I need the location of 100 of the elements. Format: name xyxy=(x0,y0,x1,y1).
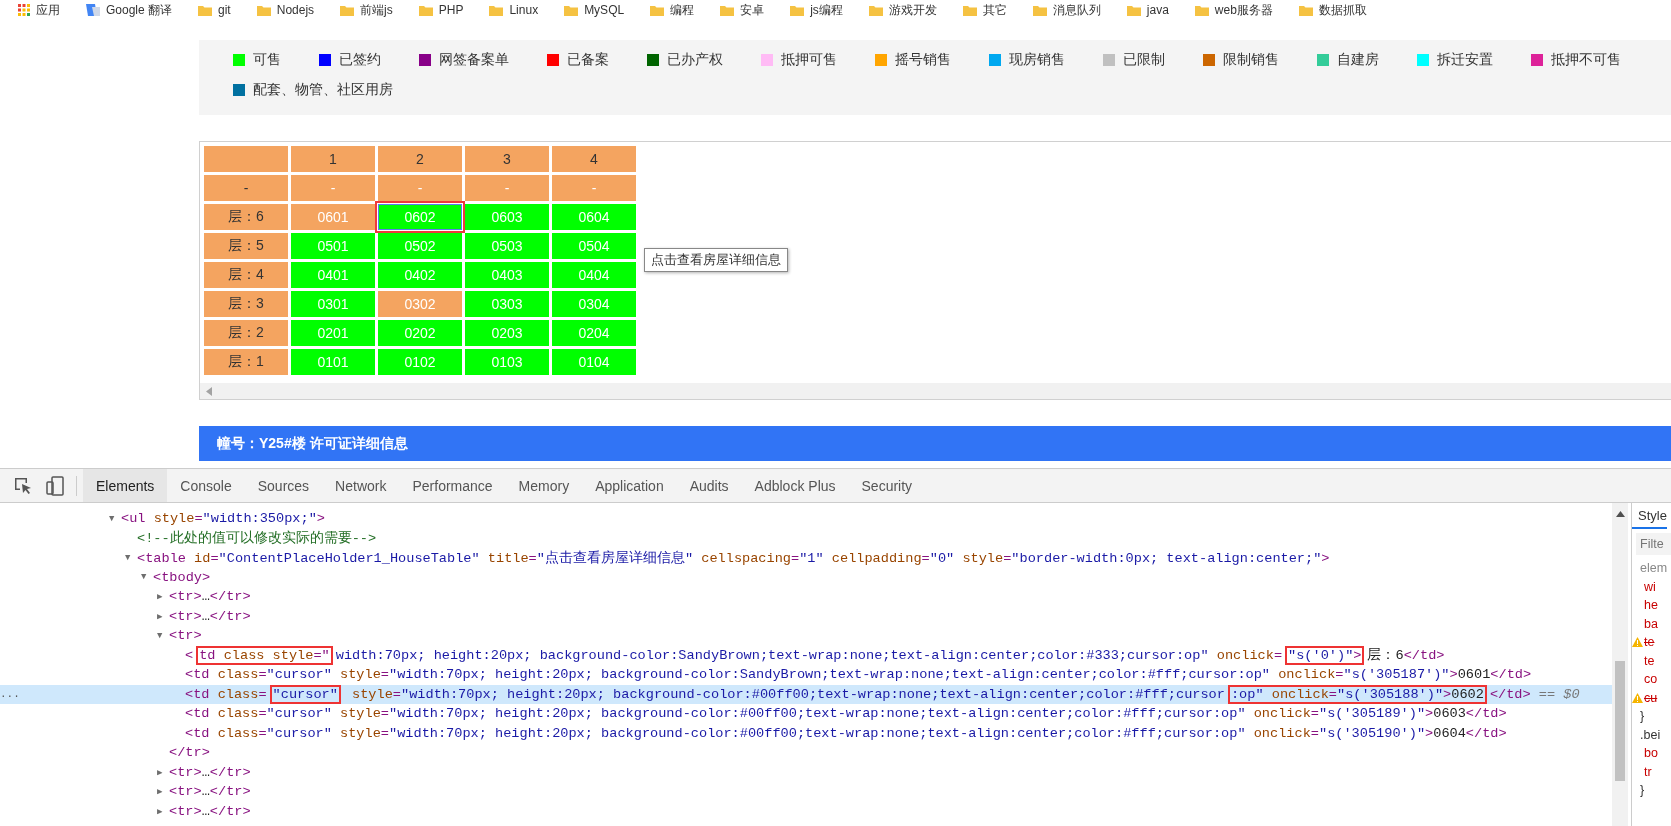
disclosure-triangle[interactable]: ▶ xyxy=(157,611,163,622)
disclosure-triangle[interactable]: ▼ xyxy=(157,630,163,641)
code-line[interactable]: <tr>…</tr> xyxy=(169,784,251,800)
devtools-tab[interactable]: Security xyxy=(848,469,926,502)
bookmark[interactable]: js编程 xyxy=(790,1,843,19)
banner-title: 幢号：Y25#楼 许可证详细信息 xyxy=(199,426,1671,461)
code-line[interactable]: <td class="cursor" style="width:70px; height:20px; background-color:#00ff00;text-wrap:none;text-align:center;color:#fff;cursor:op" onclick="s('305189')">0603</td> xyxy=(185,706,1507,722)
scroll-left-icon[interactable] xyxy=(206,386,212,396)
code-line[interactable]: <td class= "cursor" style="width:70px; height:20px; background-color:#00ff00;text-wrap:none;text-align:center;color:#fff;cursor :op" onclick="s('305188')">0602 </td> == $0 xyxy=(185,686,1580,702)
legend-label: 已限制 xyxy=(1123,51,1165,69)
legend-label: 网签备案单 xyxy=(439,51,509,69)
code-line: </tr> xyxy=(169,745,210,761)
legend-label: 配套、物管、社区用房 xyxy=(253,81,393,99)
disclosure-triangle[interactable]: ▶ xyxy=(157,787,163,798)
devtools-tab[interactable]: Elements xyxy=(83,469,168,502)
tooltip: 点击查看房屋详细信息 xyxy=(644,248,788,272)
devtools-tab[interactable]: Sources xyxy=(244,469,323,502)
disclosure-triangle[interactable]: ▶ xyxy=(157,592,163,603)
legend-label: 摇号销售 xyxy=(895,51,951,69)
bookmark[interactable]: 应用 xyxy=(18,1,60,19)
folder-icon xyxy=(720,4,735,16)
disclosure-triangle[interactable]: ▼ xyxy=(141,572,147,583)
style-property: te xyxy=(1644,635,1655,650)
folder-icon xyxy=(790,4,805,16)
legend-label: 自建房 xyxy=(1337,51,1379,69)
apps-grid-icon xyxy=(18,4,30,16)
bookmark[interactable]: Nodejs xyxy=(256,3,315,17)
style-property: bo xyxy=(1644,746,1658,761)
column-header: 3 xyxy=(465,146,549,172)
disclosure-triangle[interactable]: ▼ xyxy=(125,552,131,563)
legend-label: 已签约 xyxy=(339,51,381,69)
bookmark[interactable]: Linux xyxy=(489,3,539,17)
devtools-tab[interactable]: Network xyxy=(322,469,400,502)
floor-label: 层：1 xyxy=(204,349,288,375)
devtools-tab[interactable]: Adblock Plus xyxy=(741,469,849,502)
devtools-tab[interactable]: Console xyxy=(167,469,245,502)
bookmark[interactable]: 安卓 xyxy=(720,1,765,19)
column-header: 4 xyxy=(552,146,636,172)
folder-icon xyxy=(1126,4,1141,16)
legend-label: 可售 xyxy=(253,51,281,69)
folder-icon xyxy=(868,4,883,16)
floor-label: 层：2 xyxy=(204,320,288,346)
code-line[interactable]: <tr>…</tr> xyxy=(169,589,251,605)
devtools-tab[interactable]: Memory xyxy=(505,469,583,502)
code-line[interactable]: <td class="cursor" style="width:70px; height:20px; background-color:SandyBrown;text-wrap:none;text-align:center;color:#fff;cursor:op" onclick="s('305187')">0601</td> xyxy=(185,667,1532,683)
folder-icon xyxy=(1194,4,1209,16)
bookmark[interactable]: Google 翻译 xyxy=(86,1,173,19)
code-line[interactable]: <ul style="width:350px;"> xyxy=(121,511,325,527)
filter-field[interactable]: Filte xyxy=(1636,533,1671,555)
legend-label: 现房销售 xyxy=(1009,51,1065,69)
disclosure-triangle[interactable]: ▼ xyxy=(109,513,115,524)
devtools-tab[interactable]: Performance xyxy=(399,469,506,502)
bookmark[interactable]: MySQL xyxy=(564,3,625,17)
code-line[interactable]: <tr>…</tr> xyxy=(169,803,251,819)
bookmark[interactable]: 前端js xyxy=(340,1,393,19)
floor-label: 层：5 xyxy=(204,233,288,259)
code-line[interactable]: <tr>…</tr> xyxy=(169,764,251,780)
folder-icon xyxy=(564,4,579,16)
bookmark[interactable]: 编程 xyxy=(650,1,695,19)
bookmark[interactable]: java xyxy=(1126,3,1169,17)
scrollbar[interactable] xyxy=(200,383,1671,399)
device-icon[interactable] xyxy=(46,475,64,496)
style-property: ba xyxy=(1644,616,1658,631)
scrollbar-thumb[interactable] xyxy=(1615,661,1625,781)
devtools-tab[interactable]: Application xyxy=(582,469,677,502)
folder-icon xyxy=(1298,4,1313,16)
bookmark[interactable]: git xyxy=(198,3,231,17)
bookmark[interactable]: 其它 xyxy=(962,1,1007,19)
legend-label: 抵押不可售 xyxy=(1551,51,1621,69)
bookmark[interactable]: 消息队列 xyxy=(1032,1,1101,19)
translate-icon xyxy=(86,4,100,16)
code-line[interactable]: <table id="ContentPlaceHolder1_HouseTable" title="点击查看房屋详细信息" cellspacing="1" cellpadding="0" style="border-width:0px; text-align:center;"> xyxy=(137,548,1330,567)
folder-icon xyxy=(256,4,271,16)
folder-icon xyxy=(418,4,433,16)
bookmark[interactable]: PHP xyxy=(418,3,464,17)
code-line[interactable]: < td class style=" width:70px; height:20px; background-color:SandyBrown;text-wrap:none;text-align:center;color:#333;cursor:op" onclick= "s('0')"> 层：6</td> xyxy=(185,646,1445,665)
code-line[interactable]: <tbody> xyxy=(153,569,211,585)
code-line[interactable]: <!--此处的值可以修改实际的需要--> xyxy=(137,529,377,548)
more-button[interactable]: ... xyxy=(0,688,20,701)
inspect-icon[interactable] xyxy=(14,476,32,495)
floor-label: 层：6 xyxy=(204,204,288,230)
code-line[interactable]: <td class="cursor" style="width:70px; height:20px; background-color:#00ff00;text-wrap:none;text-align:center;color:#fff;cursor:op" onclick="s('305190')">0604</td> xyxy=(185,725,1507,741)
code-line[interactable]: <tr> xyxy=(169,628,202,644)
disclosure-triangle[interactable]: ▶ xyxy=(157,806,163,817)
scroll-up-icon[interactable] xyxy=(1615,511,1625,517)
scrollbar[interactable] xyxy=(1612,503,1628,826)
style-brace: } xyxy=(1640,783,1645,798)
disclosure-triangle[interactable]: ▶ xyxy=(157,767,163,778)
bookmark[interactable]: web服务器 xyxy=(1194,1,1273,19)
styles-tab[interactable]: Style xyxy=(1632,503,1667,529)
devtools-tab[interactable]: Audits xyxy=(676,469,742,502)
style-property: te xyxy=(1644,653,1655,668)
style-property: tr xyxy=(1644,764,1652,779)
bookmark[interactable]: 数据抓取 xyxy=(1298,1,1367,19)
folder-icon xyxy=(489,4,504,16)
column-header: 2 xyxy=(378,146,462,172)
legend-label: 已办产权 xyxy=(667,51,723,69)
bookmark[interactable]: 游戏开发 xyxy=(868,1,937,19)
code-line[interactable]: <tr>…</tr> xyxy=(169,608,251,624)
warning-icon xyxy=(1632,692,1643,703)
